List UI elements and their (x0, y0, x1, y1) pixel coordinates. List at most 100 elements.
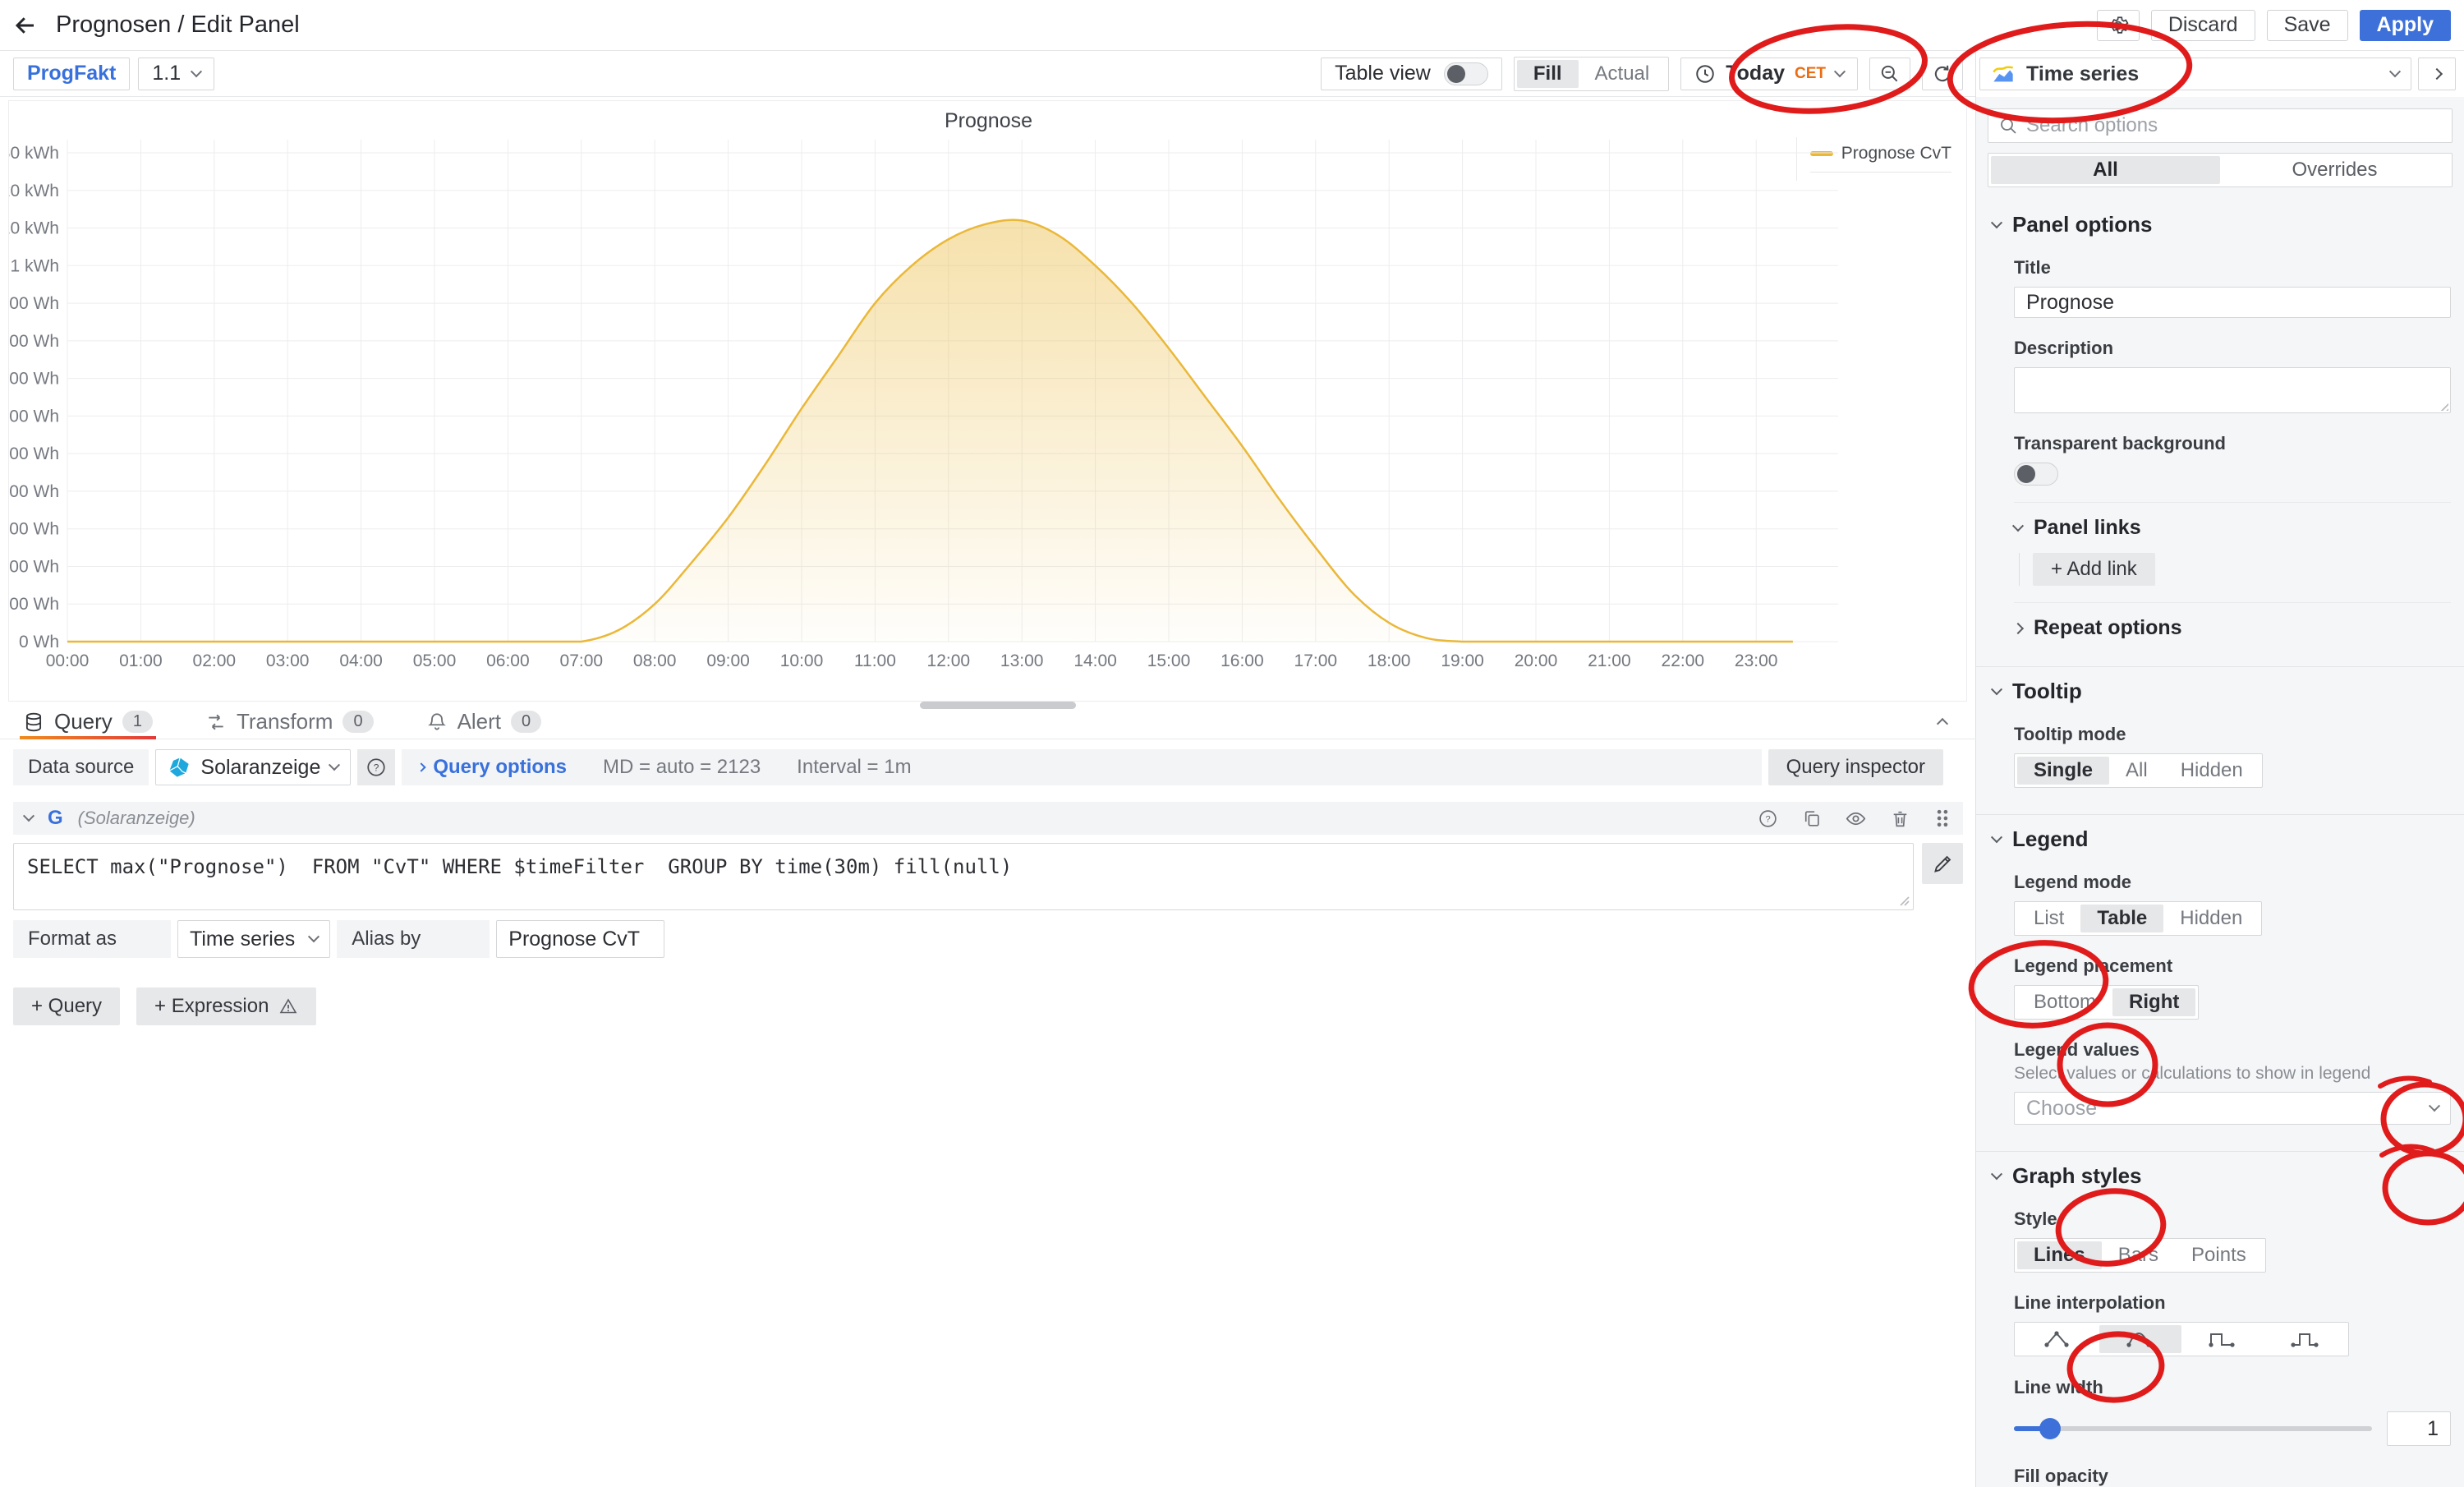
svg-text:04:00: 04:00 (339, 651, 383, 670)
save-button[interactable]: Save (2267, 10, 2348, 41)
toggle-query-visibility-button[interactable] (1845, 808, 1867, 830)
svg-text:?: ? (1765, 814, 1770, 824)
panel-options-header[interactable]: Panel options (1988, 212, 2453, 237)
collapse-query-editor-button[interactable] (1932, 704, 1953, 740)
tooltip-header[interactable]: Tooltip (1988, 679, 2453, 704)
interp-linear[interactable] (2017, 1325, 2099, 1353)
delete-query-button[interactable] (1890, 808, 1910, 829)
tab-alert[interactable]: Alert 0 (426, 705, 542, 739)
svg-text:21:00: 21:00 (1588, 651, 1631, 670)
query-options-link[interactable]: Query options (418, 756, 567, 779)
chevron-down-icon (308, 931, 319, 942)
tooltip-mode-all[interactable]: All (2109, 757, 2164, 785)
add-query-button[interactable]: + Query (13, 987, 120, 1025)
interp-step-before[interactable] (2181, 1325, 2264, 1353)
datasource-help-button[interactable]: ? (357, 749, 395, 785)
panel-links-header[interactable]: Panel links (2014, 516, 2451, 540)
graph-styles-header[interactable]: Graph styles (1988, 1163, 2453, 1189)
svg-text:19:00: 19:00 (1441, 651, 1484, 670)
table-view-toggle[interactable] (1444, 62, 1488, 85)
tooltip-mode-hidden[interactable]: Hidden (2164, 757, 2259, 785)
duplicate-query-button[interactable] (1801, 808, 1822, 829)
query-row-header[interactable]: G (Solaranzeige) ? (13, 802, 1963, 835)
refresh-button[interactable] (1922, 58, 1963, 90)
svg-text:20:00: 20:00 (1515, 651, 1558, 670)
header-bar: Prognosen / Edit Panel Discard Save Appl… (0, 0, 2464, 51)
panel-settings-button[interactable] (2097, 10, 2140, 41)
svg-text:00:00: 00:00 (46, 651, 90, 670)
all-overrides-tabs: All Overrides (1988, 153, 2453, 187)
textarea-resize-corner[interactable] (1897, 894, 1910, 907)
visualization-select[interactable]: Time series (1979, 58, 2411, 90)
add-buttons-row: + Query + Expression (13, 987, 316, 1025)
apply-button[interactable]: Apply (2360, 10, 2451, 41)
format-as-label: Format as (13, 920, 171, 958)
timeseries-chart[interactable]: 1.30 kWh1.20 kWh1.10 kWh1 kWh900 Wh800 W… (9, 101, 1966, 701)
interp-smooth[interactable] (2099, 1325, 2181, 1353)
collapse-options-pane-button[interactable] (2418, 58, 2456, 90)
style-bars[interactable]: Bars (2102, 1241, 2175, 1269)
legend-placement-bottom[interactable]: Bottom (2017, 988, 2112, 1016)
toggle-knob (2017, 465, 2035, 483)
tab-transform[interactable]: Transform 0 (205, 705, 374, 739)
dashboard-link-button[interactable]: ProgFakt (13, 58, 130, 90)
actual-option[interactable]: Actual (1579, 60, 1666, 88)
sql-query-editor[interactable]: SELECT max("Prognose") FROM "CvT" WHERE … (13, 843, 1914, 910)
chevron-down-icon (1834, 66, 1846, 77)
style-lines[interactable]: Lines (2017, 1241, 2102, 1269)
zoom-out-icon (1879, 63, 1901, 85)
add-expression-label: + Expression (154, 995, 269, 1018)
line-width-input[interactable] (2387, 1411, 2451, 1446)
style-label: Style (2014, 1208, 2451, 1230)
legend-values-select[interactable]: Choose (2014, 1092, 2451, 1125)
line-interpolation-group (2014, 1322, 2349, 1356)
tab-overrides[interactable]: Overrides (2220, 156, 2449, 184)
edit-query-button[interactable] (1922, 843, 1963, 884)
chevron-right-icon (2431, 68, 2443, 80)
legend-mode-hidden[interactable]: Hidden (2163, 905, 2259, 932)
panel-title-input[interactable] (2014, 287, 2451, 318)
format-as-select[interactable]: Time series (177, 920, 330, 958)
search-input[interactable] (2026, 114, 2442, 137)
tooltip-mode-single[interactable]: Single (2017, 757, 2109, 785)
discard-button[interactable]: Discard (2151, 10, 2255, 41)
line-width-slider[interactable] (2014, 1426, 2372, 1431)
add-expression-button[interactable]: + Expression (136, 987, 316, 1025)
svg-text:01:00: 01:00 (119, 651, 163, 670)
legend-placement-right[interactable]: Right (2112, 988, 2195, 1016)
back-arrow-icon[interactable] (13, 13, 38, 38)
svg-text:15:00: 15:00 (1147, 651, 1191, 670)
section-graph-styles: Graph styles Style Lines Bars Points Lin… (1976, 1151, 2464, 1487)
style-points[interactable]: Points (2175, 1241, 2263, 1269)
version-select[interactable]: 1.1 (138, 58, 214, 90)
zoom-out-button[interactable] (1869, 58, 1910, 90)
interval-value: Interval = 1m (797, 756, 911, 779)
svg-text:23:00: 23:00 (1735, 651, 1778, 670)
query-help-button[interactable]: ? (1758, 808, 1778, 829)
help-circle-icon: ? (365, 757, 387, 778)
alias-by-input[interactable] (496, 920, 664, 958)
query-inspector-button[interactable]: Query inspector (1768, 749, 1943, 785)
influxdb-icon (168, 756, 191, 779)
tab-query[interactable]: Query 1 (23, 705, 153, 739)
repeat-options-header[interactable]: Repeat options (2014, 616, 2451, 640)
datasource-select[interactable]: Solaranzeige (155, 749, 351, 785)
legend-mode-table[interactable]: Table (2080, 905, 2163, 932)
line-width-slider-thumb[interactable] (2039, 1418, 2061, 1439)
panel-description-input[interactable] (2014, 367, 2451, 413)
drag-query-handle[interactable] (1933, 808, 1951, 829)
legend-header[interactable]: Legend (1988, 826, 2453, 852)
tab-all[interactable]: All (1991, 156, 2220, 184)
time-range-picker[interactable]: Today CET (1680, 58, 1858, 90)
toggle-knob (1447, 65, 1465, 83)
chevron-down-icon (1991, 1168, 2002, 1180)
section-tooltip: Tooltip Tooltip mode Single All Hidden (1976, 666, 2464, 801)
fill-option[interactable]: Fill (1517, 60, 1579, 88)
legend-mode-list[interactable]: List (2017, 905, 2080, 932)
interp-step-after[interactable] (2264, 1325, 2346, 1353)
database-icon (23, 711, 44, 733)
transparent-background-toggle[interactable] (2014, 463, 2058, 486)
add-link-button[interactable]: + Add link (2033, 553, 2155, 586)
svg-text:16:00: 16:00 (1221, 651, 1264, 670)
chevron-down-icon (1991, 217, 2002, 228)
